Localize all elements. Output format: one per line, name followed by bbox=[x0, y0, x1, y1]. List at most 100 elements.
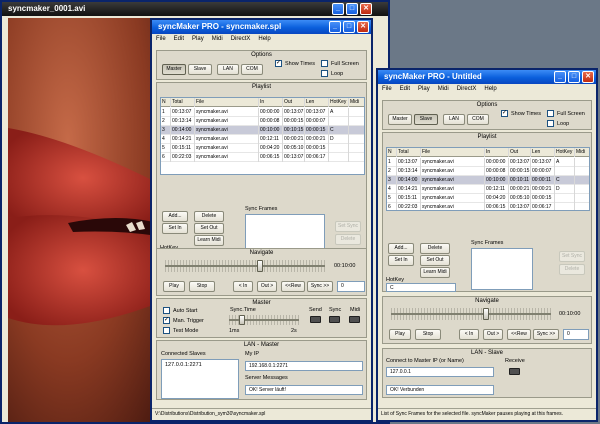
play-button[interactable]: Play bbox=[389, 329, 411, 340]
add-button[interactable]: Add... bbox=[388, 243, 414, 254]
delete-sync-button[interactable]: Delete bbox=[559, 264, 585, 275]
menu-edit[interactable]: Edit bbox=[174, 34, 184, 45]
menu-directx[interactable]: DirectX bbox=[457, 84, 477, 95]
stop-button[interactable]: Stop bbox=[415, 329, 441, 340]
set-in-button[interactable]: Set In bbox=[388, 255, 414, 266]
show-times-checkbox[interactable]: ✓ Show Times bbox=[275, 60, 315, 67]
table-row[interactable]: 5 00:15:11 syncmaker.avi 00:04:20 00:05:10 00… bbox=[387, 194, 589, 203]
table-row[interactable]: 1 00:13:07 syncmaker.avi 00:00:00 00:13:07 00… bbox=[387, 158, 589, 167]
server-messages-field[interactable]: OK! Server läuft! bbox=[245, 385, 363, 395]
position-slider[interactable] bbox=[391, 308, 551, 320]
slave-button[interactable]: Slave bbox=[188, 64, 212, 75]
man-trigger-checkbox[interactable]: ✓ Man. Trigger bbox=[163, 317, 204, 324]
test-mode-checkbox[interactable]: Test Mode bbox=[163, 327, 198, 334]
in-button[interactable]: < In bbox=[459, 329, 479, 340]
stop-button[interactable]: Stop bbox=[189, 281, 215, 292]
minimize-icon[interactable]: _ bbox=[332, 3, 344, 15]
lan-button[interactable]: LAN bbox=[443, 114, 465, 125]
menu-file[interactable]: File bbox=[382, 84, 392, 95]
menu-help[interactable]: Help bbox=[258, 34, 270, 45]
lan-button[interactable]: LAN bbox=[217, 64, 239, 75]
sync-value-field[interactable]: 0 bbox=[337, 281, 365, 292]
menu-play[interactable]: Play bbox=[192, 34, 204, 45]
sync-value-field[interactable]: 0 bbox=[563, 329, 589, 340]
sync-time-slider[interactable] bbox=[229, 315, 299, 325]
rewind-button[interactable]: <<Rew bbox=[507, 329, 531, 340]
table-row[interactable]: 4 00:14:21 syncmaker.avi 00:12:11 00:00:21 00… bbox=[387, 185, 589, 194]
maximize-icon[interactable]: □ bbox=[343, 21, 355, 33]
menu-directx[interactable]: DirectX bbox=[231, 34, 251, 45]
close-icon[interactable]: ✕ bbox=[357, 21, 369, 33]
master-button[interactable]: Master bbox=[162, 64, 186, 75]
table-row[interactable]: 2 00:13:14 syncmaker.avi 00:00:08 00:00:15 00… bbox=[161, 117, 364, 126]
sync-time-thumb[interactable] bbox=[239, 315, 245, 325]
minimize-icon[interactable]: _ bbox=[554, 71, 566, 83]
master-button[interactable]: Master bbox=[388, 114, 412, 125]
table-row[interactable]: 3 00:14:00 syncmaker.avi 00:10:00 00:10:15 00… bbox=[161, 126, 364, 135]
delete-button[interactable]: Delete bbox=[194, 211, 224, 222]
learn-midi-button[interactable]: Learn Midi bbox=[420, 267, 450, 278]
master-ip-field[interactable]: 127.0.0.1 bbox=[386, 367, 494, 377]
com-button[interactable]: COM bbox=[467, 114, 489, 125]
table-row[interactable]: 3 00:14:00 syncmaker.avi 00:10:00 00:10:11 00… bbox=[387, 176, 589, 185]
set-out-button[interactable]: Set Out bbox=[194, 223, 224, 234]
menu-help[interactable]: Help bbox=[484, 84, 496, 95]
table-row[interactable]: 1 00:13:07 syncmaker.avi 00:00:00 00:13:07 00… bbox=[161, 108, 364, 117]
set-out-button[interactable]: Set Out bbox=[420, 255, 450, 266]
menu-midi[interactable]: Midi bbox=[212, 34, 223, 45]
slave-status-field[interactable]: OK! Verbunden bbox=[386, 385, 494, 395]
close-icon[interactable]: ✕ bbox=[582, 71, 594, 83]
connected-slaves-list[interactable]: 127.0.0.1:2271 bbox=[161, 359, 239, 399]
position-thumb[interactable] bbox=[483, 308, 489, 320]
delete-button[interactable]: Delete bbox=[420, 243, 450, 254]
loop-checkbox[interactable]: Loop bbox=[547, 120, 569, 127]
close-icon[interactable]: ✕ bbox=[360, 3, 372, 15]
playlist-header: Playlist bbox=[251, 84, 271, 90]
loop-checkbox[interactable]: Loop bbox=[321, 70, 343, 77]
hotkey-field[interactable]: C bbox=[386, 283, 456, 292]
menu-bar: File Edit Play Midi DirectX Help bbox=[152, 34, 371, 45]
second-title-bar[interactable]: syncMaker PRO - Untitled _ □ ✕ bbox=[378, 70, 596, 84]
position-thumb[interactable] bbox=[257, 260, 263, 272]
menu-edit[interactable]: Edit bbox=[400, 84, 410, 95]
table-row[interactable]: 2 00:13:14 syncmaker.avi 00:00:08 00:00:15 00… bbox=[387, 167, 589, 176]
minimize-icon[interactable]: _ bbox=[329, 21, 341, 33]
show-times-checkbox[interactable]: ✓ Show Times bbox=[501, 110, 541, 117]
in-button[interactable]: < In bbox=[233, 281, 253, 292]
main-title-bar[interactable]: syncMaker PRO - syncmaker.spl _ □ ✕ bbox=[152, 20, 371, 34]
out-button[interactable]: Out > bbox=[257, 281, 277, 292]
delete-sync-button[interactable]: Delete bbox=[335, 234, 361, 245]
position-slider[interactable] bbox=[165, 260, 325, 272]
table-row[interactable]: 5 00:15:11 syncmaker.avi 00:04:20 00:05:10 00… bbox=[161, 144, 364, 153]
maximize-icon[interactable]: □ bbox=[568, 71, 580, 83]
options-group: Options Master Slave LAN COM ✓ Show Times… bbox=[156, 50, 367, 80]
rewind-button[interactable]: <<Rew bbox=[281, 281, 305, 292]
set-in-button[interactable]: Set In bbox=[162, 223, 188, 234]
set-sync-button[interactable]: Set Sync bbox=[335, 221, 361, 232]
my-ip-field[interactable]: 192.168.0.1:2271 bbox=[245, 361, 363, 371]
slave-ip-item[interactable]: 127.0.0.1:2271 bbox=[165, 362, 202, 368]
maximize-icon[interactable]: □ bbox=[346, 3, 358, 15]
full-screen-checkbox[interactable]: Full Screen bbox=[547, 110, 585, 117]
full-screen-checkbox[interactable]: Full Screen bbox=[321, 60, 359, 67]
table-row[interactable]: 6 00:22:03 syncmaker.avi 00:06:15 00:13:07 00… bbox=[387, 203, 589, 210]
add-button[interactable]: Add... bbox=[162, 211, 188, 222]
set-sync-button[interactable]: Set Sync bbox=[559, 251, 585, 262]
table-row[interactable]: 6 00:22:03 syncmaker.avi 00:06:15 00:13:07 00… bbox=[161, 153, 364, 162]
menu-midi[interactable]: Midi bbox=[438, 84, 449, 95]
sync-forward-button[interactable]: Sync >> bbox=[307, 281, 333, 292]
menu-file[interactable]: File bbox=[156, 34, 166, 45]
play-button[interactable]: Play bbox=[163, 281, 185, 292]
sync-forward-button[interactable]: Sync >> bbox=[533, 329, 559, 340]
com-button[interactable]: COM bbox=[241, 64, 263, 75]
sync-frames-list[interactable] bbox=[471, 248, 533, 290]
slave-button[interactable]: Slave bbox=[414, 114, 438, 125]
playlist-table[interactable]: N Total File In Out Len HotKey Midi 1 00:… bbox=[160, 97, 365, 175]
out-button[interactable]: Out > bbox=[483, 329, 503, 340]
video-title-bar[interactable]: syncmaker_0001.avi _ □ ✕ bbox=[2, 2, 388, 16]
playlist-table[interactable]: N Total File In Out Len HotKey Midi 1 00:… bbox=[386, 147, 590, 211]
auto-start-checkbox[interactable]: Auto Start bbox=[163, 307, 197, 314]
menu-play[interactable]: Play bbox=[418, 84, 430, 95]
table-row[interactable]: 4 00:14:21 syncmaker.avi 00:12:11 00:00:21 00… bbox=[161, 135, 364, 144]
learn-midi-button[interactable]: Learn Midi bbox=[194, 235, 224, 246]
